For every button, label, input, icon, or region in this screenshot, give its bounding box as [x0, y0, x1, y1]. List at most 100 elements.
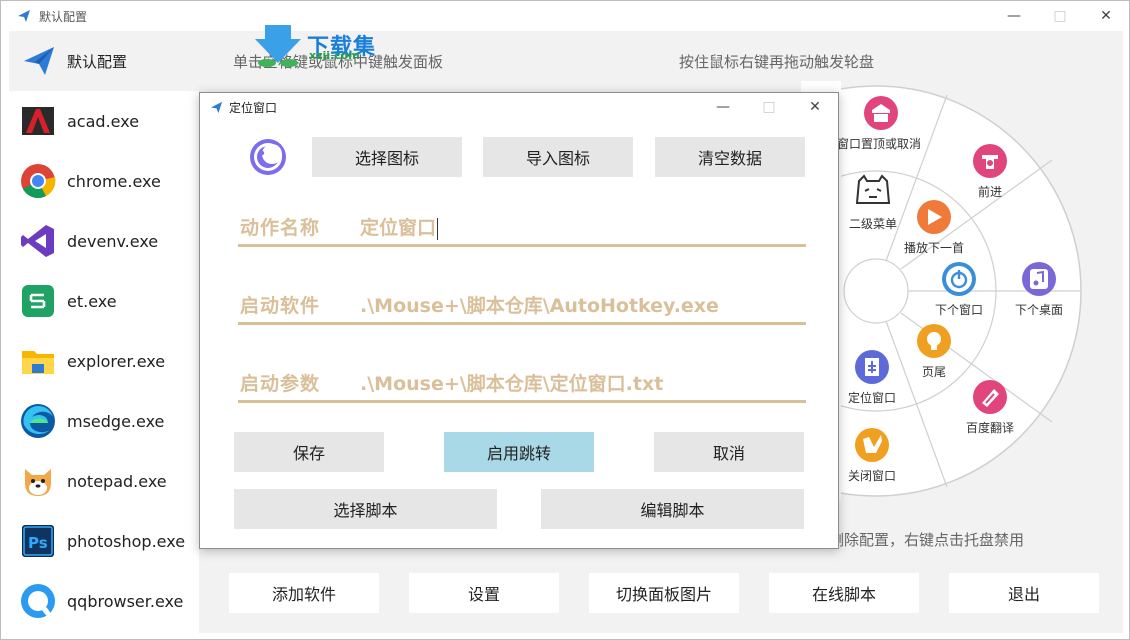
sidebar-item-photoshop[interactable]: Ps photoshop.exe	[9, 511, 199, 571]
wheel-item-label: 下个桌面	[1014, 303, 1063, 317]
launch-args-field[interactable]: 启动参数 .\Mouse+\脚本仓库\定位窗口.txt	[238, 363, 806, 403]
forward-icon	[973, 144, 1007, 178]
wheel-item-label: 前进	[977, 185, 1002, 199]
edit-script-button[interactable]: 编辑脚本	[541, 489, 804, 529]
wheel-item-topmost[interactable]: 窗口置顶或取消	[837, 95, 921, 152]
svg-text:Ps: Ps	[28, 534, 48, 552]
save-button[interactable]: 保存	[234, 432, 384, 472]
launch-args-label: 启动参数	[240, 373, 321, 395]
add-software-button[interactable]: 添加软件	[229, 573, 379, 613]
chrome-icon	[19, 162, 57, 200]
sidebar-item-label: chrome.exe	[67, 171, 161, 191]
wheel-item-label: 定位窗口	[847, 391, 896, 405]
wheel-item-forward[interactable]: 前进	[967, 143, 1013, 200]
sidebar-item-notepad[interactable]: notepad.exe	[9, 451, 199, 511]
translate-icon	[973, 380, 1007, 414]
sidebar-item-msedge[interactable]: msedge.exe	[9, 391, 199, 451]
close-window-icon	[855, 428, 889, 462]
photoshop-icon: Ps	[19, 522, 57, 560]
locate-window-icon	[855, 350, 889, 384]
action-name-field[interactable]: 动作名称 定位窗口	[238, 207, 806, 247]
sidebar-item-label: et.exe	[67, 291, 117, 311]
qqbrowser-icon	[19, 582, 57, 620]
close-button[interactable]: ✕	[1083, 1, 1129, 31]
download-arrow-icon	[255, 25, 301, 67]
sidebar-item-explorer[interactable]: explorer.exe	[9, 331, 199, 391]
dialog-maximize-button[interactable]: □	[746, 93, 792, 121]
wheel-item-label: 百度翻译	[965, 421, 1014, 435]
wheel-item-page-end[interactable]: 页尾	[913, 323, 955, 380]
wheel-item-next-window[interactable]: 下个窗口	[931, 261, 987, 318]
text-caret	[437, 217, 439, 240]
edge-icon	[19, 402, 57, 440]
sidebar-item-label: qqbrowser.exe	[67, 591, 184, 611]
sidebar-item-label: msedge.exe	[67, 411, 165, 431]
title-bar: 默认配置 — □ ✕	[1, 1, 1129, 31]
sidebar-item-label: explorer.exe	[67, 351, 166, 371]
hint-wheel-trigger: 按住鼠标右键再拖动触发轮盘	[679, 53, 875, 71]
action-name-label: 动作名称	[240, 217, 321, 239]
sidebar-item-devenv[interactable]: devenv.exe	[9, 211, 199, 271]
hint-delete-config: 删除配置，右键点击托盘禁用	[829, 531, 1025, 549]
cancel-button[interactable]: 取消	[654, 432, 804, 472]
import-icon-button[interactable]: 导入图标	[483, 137, 633, 177]
enable-jump-button[interactable]: 启用跳转	[444, 432, 594, 472]
locate-window-dialog: 定位窗口 — □ ✕ 选择图标 导入图标 清空数据 动作名称 定位窗口 启动软件…	[199, 92, 839, 549]
wheel-item-next-track[interactable]: 播放下一首	[899, 199, 969, 256]
music-icon	[1022, 262, 1056, 296]
choose-icon-button[interactable]: 选择图标	[312, 137, 462, 177]
play-next-icon	[917, 200, 951, 234]
wheel-item-label: 下个窗口	[934, 303, 983, 317]
moon-icon[interactable]	[248, 137, 288, 177]
dialog-title-bar: 定位窗口 — □ ✕	[200, 93, 838, 121]
online-scripts-button[interactable]: 在线脚本	[769, 573, 919, 613]
watermark: 下载集 xzji.com	[253, 23, 376, 67]
submenu-face-icon	[855, 174, 891, 204]
clear-data-button[interactable]: 清空数据	[655, 137, 805, 177]
wheel-item-next-desktop[interactable]: 下个桌面	[1011, 261, 1067, 318]
paper-plane-icon	[24, 47, 54, 75]
action-name-input[interactable]: 定位窗口	[360, 213, 439, 240]
wheel-item-label: 二级菜单	[848, 217, 897, 231]
exit-button[interactable]: 退出	[949, 573, 1099, 613]
wheel-item-label: 播放下一首	[903, 241, 964, 255]
sidebar-item-qqbrowser[interactable]: qqbrowser.exe	[9, 571, 199, 631]
wheel-item-label: 关闭窗口	[847, 469, 896, 483]
minimize-button[interactable]: —	[991, 1, 1037, 31]
switch-panel-image-button[interactable]: 切换面板图片	[589, 573, 739, 613]
wheel-item-label: 窗口置顶或取消	[837, 137, 922, 151]
launch-software-input[interactable]: .\Mouse+\脚本仓库\AutoHotkey.exe	[360, 291, 719, 318]
sidebar-item-default-config[interactable]: 默认配置	[9, 31, 199, 91]
sidebar-item-label: photoshop.exe	[67, 531, 186, 551]
wheel-item-submenu[interactable]: 二级菜单	[841, 171, 905, 232]
settings-button[interactable]: 设置	[409, 573, 559, 613]
sidebar-item-label: devenv.exe	[67, 231, 159, 251]
wps-sheet-icon	[19, 282, 57, 320]
launch-args-input[interactable]: .\Mouse+\脚本仓库\定位窗口.txt	[360, 369, 663, 396]
wheel-item-baidu-translate[interactable]: 百度翻译	[961, 379, 1019, 436]
wheel-item-locate-window[interactable]: 定位窗口	[843, 349, 901, 406]
maximize-button[interactable]: □	[1037, 1, 1083, 31]
sidebar-item-label: acad.exe	[67, 111, 140, 131]
sidebar-item-acad[interactable]: acad.exe	[9, 91, 199, 151]
power-icon	[942, 262, 976, 296]
launch-software-field[interactable]: 启动软件 .\Mouse+\脚本仓库\AutoHotkey.exe	[238, 285, 806, 325]
paper-plane-icon	[18, 10, 30, 22]
bulb-icon	[917, 324, 951, 358]
window-pin-icon	[864, 96, 898, 130]
wheel-item-label: 页尾	[921, 365, 946, 379]
sidebar-item-label: notepad.exe	[67, 471, 167, 491]
choose-script-button[interactable]: 选择脚本	[234, 489, 497, 529]
sidebar-item-et[interactable]: et.exe	[9, 271, 199, 331]
sidebar-item-chrome[interactable]: chrome.exe	[9, 151, 199, 211]
sidebar: 默认配置 acad.exe chrome.exe devenv.exe et.e…	[9, 31, 199, 633]
dialog-title: 定位窗口	[229, 100, 278, 115]
sidebar-header-label: 默认配置	[67, 52, 128, 71]
window-title: 默认配置	[39, 9, 88, 24]
wheel-item-close-window[interactable]: 关闭窗口	[843, 427, 901, 484]
folder-icon	[19, 342, 57, 380]
watermark-sub: xzji.com	[309, 49, 360, 62]
dialog-minimize-button[interactable]: —	[700, 93, 746, 121]
visual-studio-icon	[19, 222, 57, 260]
dialog-close-button[interactable]: ✕	[792, 93, 838, 121]
